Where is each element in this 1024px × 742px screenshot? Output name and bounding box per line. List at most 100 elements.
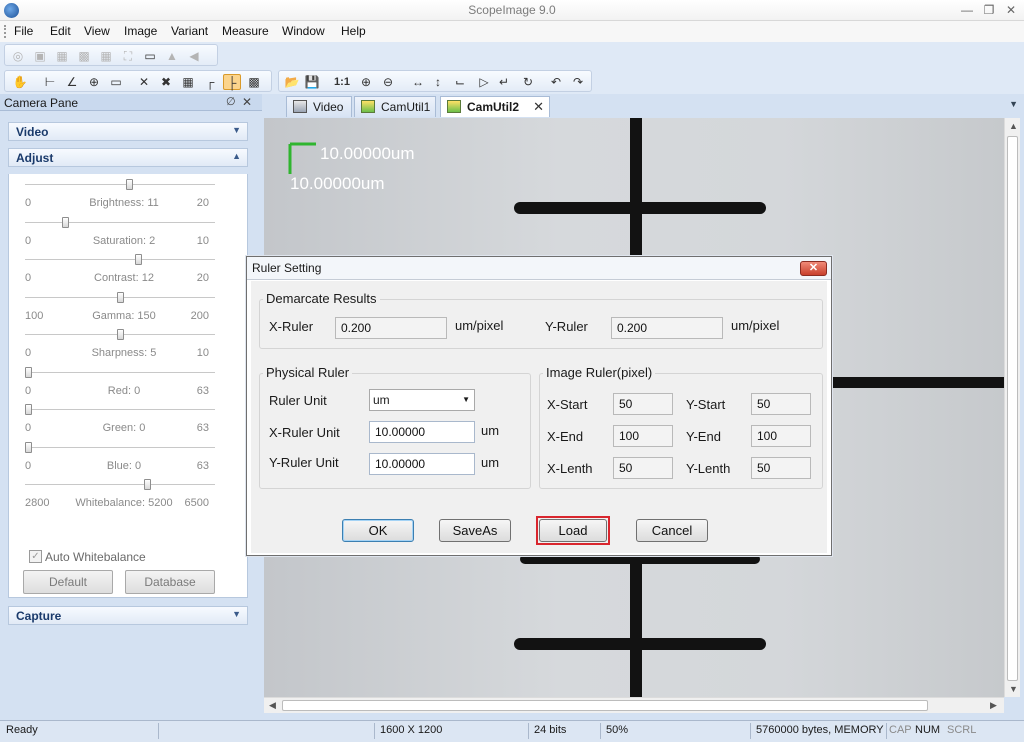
- saveas-button[interactable]: SaveAs: [439, 519, 511, 542]
- ok-button[interactable]: OK: [342, 519, 414, 542]
- slider-track-saturation[interactable]: [25, 221, 215, 224]
- tab-menu-icon[interactable]: ▼: [1009, 99, 1018, 109]
- menu-help[interactable]: Help: [341, 24, 366, 38]
- slider-thumb-contrast[interactable]: [134, 254, 142, 265]
- zoom-out-icon[interactable]: ⊖: [379, 74, 397, 90]
- angle-icon[interactable]: ∠: [63, 74, 81, 90]
- section-video[interactable]: Video ▼: [8, 122, 248, 141]
- slider-track-blue[interactable]: [25, 446, 215, 449]
- menu-file[interactable]: File: [14, 24, 33, 38]
- horizontal-scrollbar[interactable]: ◀ ▶: [264, 697, 1004, 713]
- menu-edit[interactable]: Edit: [50, 24, 71, 38]
- save-icon[interactable]: 💾: [303, 74, 321, 90]
- tab-camutil2[interactable]: CamUtil2 ✕: [440, 96, 550, 117]
- rotate-left-icon[interactable]: ↵: [495, 74, 513, 90]
- ruler-setting-icon[interactable]: ├: [223, 74, 241, 90]
- tab-close-icon[interactable]: ✕: [533, 99, 544, 115]
- actual-size-icon[interactable]: 1:1: [333, 74, 351, 90]
- slider-min-brightness: 0: [25, 197, 32, 209]
- slider-thumb-brightness[interactable]: [125, 179, 133, 190]
- chevron-down-icon: ▼: [232, 125, 241, 135]
- video-tab-icon: [293, 100, 307, 113]
- cancel-button[interactable]: Cancel: [636, 519, 708, 542]
- open-folder-icon[interactable]: 📂: [283, 74, 301, 90]
- menu-variant[interactable]: Variant: [171, 24, 208, 38]
- menu-image[interactable]: Image: [124, 24, 157, 38]
- ruler-unit-select[interactable]: um ▼: [369, 389, 475, 411]
- calibrate-icon[interactable]: ▩: [245, 74, 263, 90]
- crop-icon[interactable]: ⌙: [451, 74, 469, 90]
- slider-track-red[interactable]: [25, 371, 215, 374]
- tab-camutil1[interactable]: CamUtil1: [354, 96, 436, 117]
- scroll-left-icon[interactable]: ◀: [269, 700, 276, 711]
- capture-icon[interactable]: ▩: [75, 48, 93, 64]
- dialog-body: Demarcate Results X-Ruler 0.200 um/pixel…: [251, 281, 827, 553]
- rotate-right-icon[interactable]: ▷: [475, 74, 493, 90]
- redo-icon[interactable]: ↷: [569, 74, 587, 90]
- slider-thumb-blue[interactable]: [25, 441, 32, 453]
- ruler-icon[interactable]: ┌: [201, 74, 219, 90]
- monitor-icon[interactable]: ▭: [141, 48, 159, 64]
- close-icon[interactable]: ✕: [1002, 2, 1020, 18]
- slider-label-saturation: Saturation: 2: [92, 234, 156, 247]
- flip-vertical-icon[interactable]: ↕: [429, 74, 447, 90]
- slider-thumb-whitebalance[interactable]: [143, 479, 151, 490]
- menu-grip[interactable]: [4, 25, 6, 38]
- slider-max-red: 63: [196, 384, 209, 397]
- hand-icon[interactable]: ✋: [11, 74, 29, 90]
- scroll-right-icon[interactable]: ▶: [990, 700, 997, 711]
- scroll-up-icon[interactable]: ▲: [1009, 121, 1018, 131]
- grid-overlay-icon[interactable]: ▦: [179, 74, 197, 90]
- delete-icon[interactable]: ✕: [135, 74, 153, 90]
- flip-horizontal-icon[interactable]: ↔: [409, 74, 427, 90]
- delete-all-icon[interactable]: ✖: [157, 74, 175, 90]
- undo-icon[interactable]: ↶: [547, 74, 565, 90]
- ruler-setting-dialog: Ruler Setting ✕ Demarcate Results X-Rule…: [246, 256, 832, 556]
- slider-track-contrast[interactable]: [25, 259, 215, 261]
- x-ruler-unit-input[interactable]: 10.00000: [369, 421, 475, 443]
- fit-icon[interactable]: ⛶: [119, 48, 137, 64]
- y-ruler-unit-label: Y-Ruler Unit: [269, 455, 339, 470]
- play-icon[interactable]: ◎: [9, 48, 27, 64]
- database-button[interactable]: Database: [125, 570, 215, 594]
- menu-measure[interactable]: Measure: [222, 24, 269, 38]
- slider-thumb-red[interactable]: [25, 366, 32, 378]
- refresh-icon[interactable]: ↻: [519, 74, 537, 90]
- slider-thumb-green[interactable]: [25, 404, 32, 415]
- menu-window[interactable]: Window: [282, 24, 325, 38]
- restore-icon[interactable]: ❐: [980, 2, 998, 18]
- slider-thumb-saturation[interactable]: [61, 216, 69, 228]
- circle-icon[interactable]: ⊕: [85, 74, 103, 90]
- default-button[interactable]: Default: [23, 570, 113, 594]
- vertical-scrollbar[interactable]: ▲ ▼: [1004, 118, 1020, 697]
- mirror-icon[interactable]: ◀: [185, 48, 203, 64]
- vertical-scroll-thumb[interactable]: [1007, 136, 1018, 681]
- horizontal-scroll-thumb[interactable]: [282, 700, 928, 711]
- record-icon[interactable]: ▦: [53, 48, 71, 64]
- slider-track-whitebalance[interactable]: [25, 484, 215, 486]
- dialog-close-icon[interactable]: ✕: [800, 261, 827, 276]
- slider-thumb-gamma[interactable]: [116, 291, 124, 303]
- y-ruler-unit: um/pixel: [731, 318, 780, 333]
- zoom-in-icon[interactable]: ⊕: [357, 74, 375, 90]
- menu-view[interactable]: View: [84, 24, 110, 38]
- minimize-icon[interactable]: —: [958, 2, 976, 18]
- scroll-down-icon[interactable]: ▼: [1009, 684, 1018, 694]
- tab-video[interactable]: Video: [286, 96, 352, 117]
- section-adjust[interactable]: Adjust ▲: [8, 148, 248, 167]
- y-ruler-value: 0.200: [611, 317, 723, 339]
- line-icon[interactable]: ⊢: [41, 74, 59, 90]
- pane-close-icon[interactable]: ✕: [242, 95, 252, 109]
- slider-track-green[interactable]: [25, 409, 215, 411]
- grid-icon[interactable]: ▦: [97, 48, 115, 64]
- y-ruler-unit-input[interactable]: 10.00000: [369, 453, 475, 475]
- section-video-label: Video: [16, 125, 49, 139]
- slider-thumb-sharpness[interactable]: [116, 329, 124, 340]
- rectangle-icon[interactable]: ▭: [107, 74, 125, 90]
- auto-whitebalance-checkbox[interactable]: ✓: [29, 550, 42, 563]
- pin-icon[interactable]: ∅: [226, 95, 236, 108]
- slider-track-brightness[interactable]: [25, 184, 215, 186]
- flip-icon[interactable]: ▲: [163, 48, 181, 64]
- snapshot-icon[interactable]: ▣: [31, 48, 49, 64]
- section-capture[interactable]: Capture ▼: [8, 606, 248, 625]
